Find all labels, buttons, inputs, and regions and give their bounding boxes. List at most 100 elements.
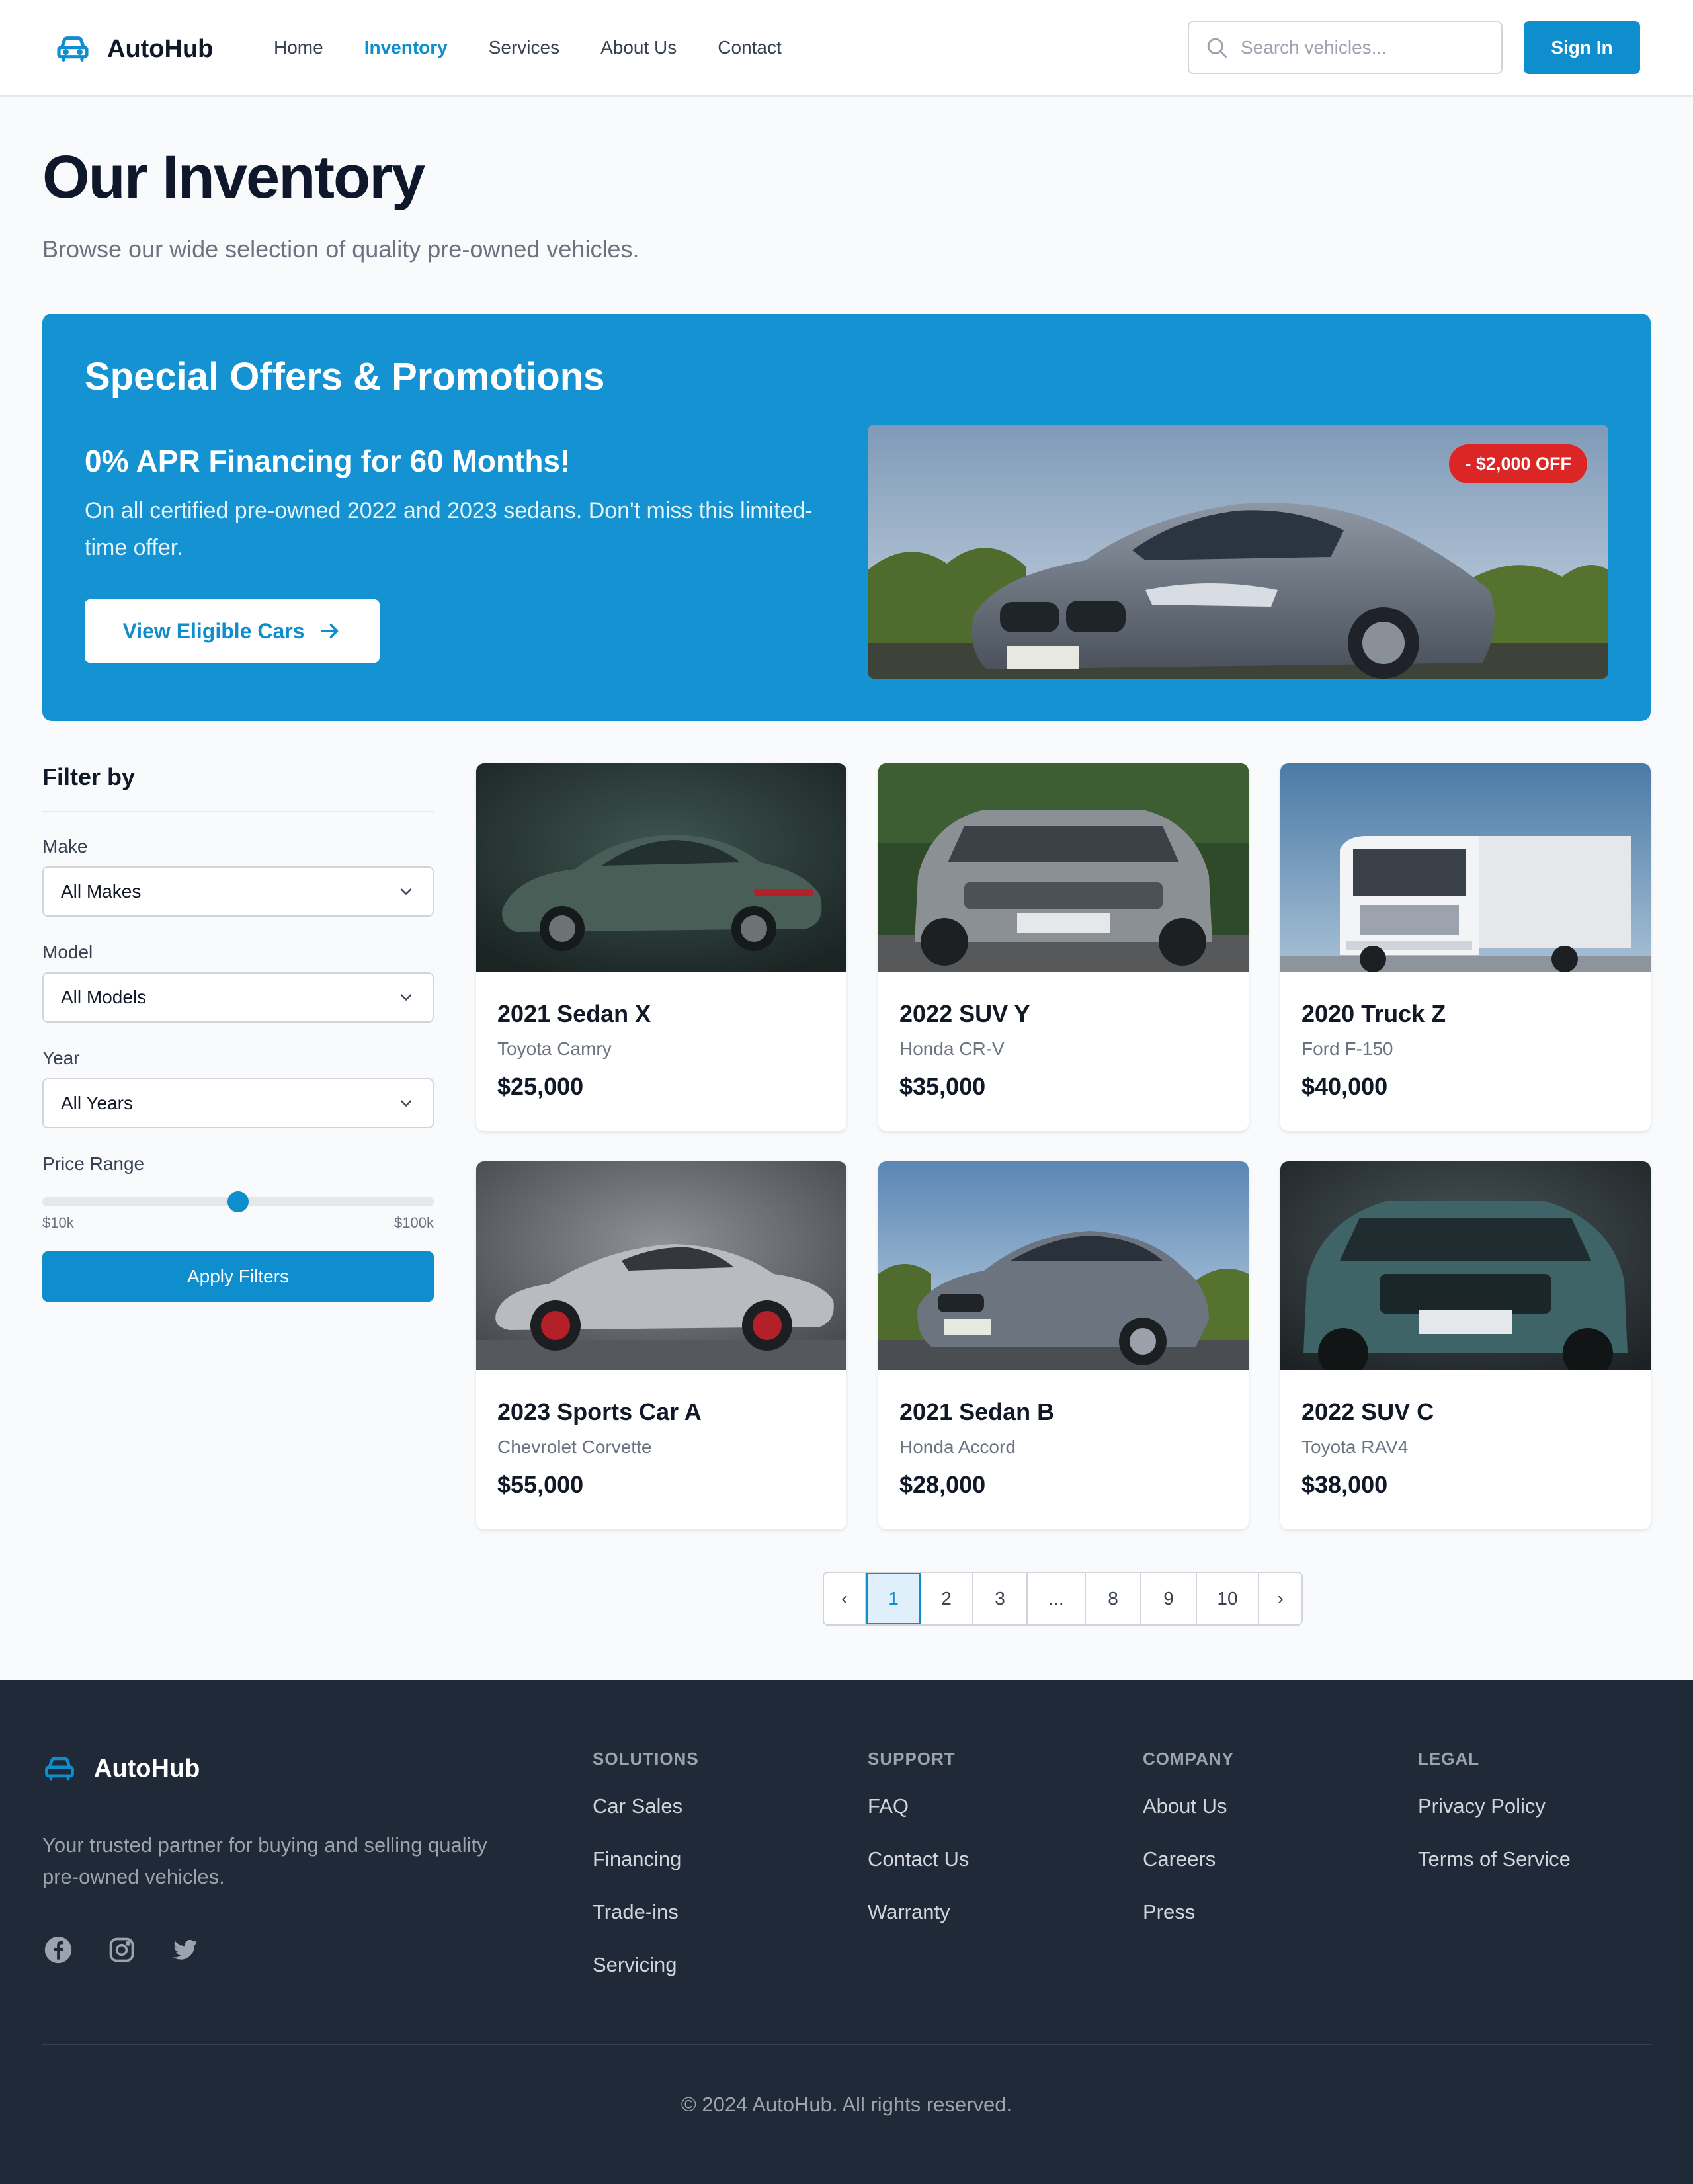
page-subtitle: Browse our wide selection of quality pre… [42, 235, 640, 263]
vehicle-price: $25,000 [497, 1073, 584, 1100]
copyright-text: © 2024 AutoHub. All rights reserved. [681, 2093, 1012, 2116]
vehicle-image [476, 1161, 846, 1370]
nav-inventory[interactable]: Inventory [364, 37, 448, 58]
vehicle-image [878, 1161, 1249, 1370]
make-select[interactable]: All Makes [42, 866, 434, 917]
footer-brand-name: AutoHub [94, 1754, 200, 1783]
footer-column-legal: LEGAL Privacy Policy Terms of Service [1418, 1749, 1571, 1871]
footer-link-financing[interactable]: Financing [593, 1847, 699, 1871]
instagram-icon[interactable] [106, 1934, 138, 1966]
pagination-ellipsis: ... [1028, 1573, 1086, 1624]
page-10-button[interactable]: 10 [1197, 1573, 1259, 1624]
sign-in-button[interactable]: Sign In [1524, 21, 1640, 74]
vehicle-card[interactable]: 2020 Truck Z Ford F-150 $40,000 [1280, 763, 1651, 1131]
vehicle-image [1280, 1161, 1651, 1370]
facebook-icon[interactable] [42, 1934, 74, 1966]
vehicle-price: $28,000 [899, 1471, 986, 1498]
promo-headline: 0% APR Financing for 60 Months! [85, 444, 571, 478]
social-links [42, 1934, 233, 1966]
vehicle-model: Ford F-150 [1301, 1038, 1393, 1059]
vehicle-card[interactable]: 2022 SUV C Toyota RAV4 $38,000 [1280, 1161, 1651, 1529]
next-page-button[interactable]: › [1259, 1573, 1301, 1624]
previous-page-button[interactable]: ‹ [824, 1573, 866, 1624]
page-title: Our Inventory [42, 144, 425, 211]
brand-logo[interactable]: AutoHub [54, 30, 213, 67]
price-range-slider[interactable] [42, 1191, 434, 1212]
vehicle-price: $35,000 [899, 1073, 986, 1100]
vehicle-title: 2021 Sedan B [899, 1398, 1055, 1425]
footer-column-heading: LEGAL [1418, 1749, 1480, 1769]
footer-link-privacy-policy[interactable]: Privacy Policy [1418, 1794, 1571, 1818]
vehicle-title: 2022 SUV Y [899, 1000, 1030, 1027]
price-range-label: Price Range [42, 1154, 145, 1174]
footer-column-heading: SOLUTIONS [593, 1749, 699, 1769]
footer-column-solutions: SOLUTIONS Car Sales Financing Trade-ins … [593, 1749, 699, 1977]
footer-link-car-sales[interactable]: Car Sales [593, 1794, 699, 1818]
vehicle-title: 2023 Sports Car A [497, 1398, 702, 1425]
site-footer: AutoHub Your trusted partner for buying … [0, 1680, 1693, 2184]
vehicle-model: Chevrolet Corvette [497, 1437, 652, 1457]
footer-link-terms-of-service[interactable]: Terms of Service [1418, 1847, 1571, 1871]
search-input[interactable] [1241, 37, 1479, 58]
chevron-down-icon [400, 994, 412, 1001]
footer-tagline: Your trusted partner for buying and sell… [42, 1833, 487, 1888]
year-select-value: All Years [61, 1093, 133, 1113]
vehicle-model: Honda CR-V [899, 1038, 1005, 1059]
vehicle-price: $55,000 [497, 1471, 584, 1498]
nav-about-us[interactable]: About Us [600, 37, 677, 58]
view-eligible-cars-label: View Eligible Cars [122, 618, 305, 643]
nav-contact[interactable]: Contact [718, 37, 782, 58]
footer-link-contact-us[interactable]: Contact Us [868, 1847, 969, 1871]
vehicle-card[interactable]: 2021 Sedan X Toyota Camry $25,000 [476, 763, 846, 1131]
year-label: Year [42, 1048, 80, 1068]
page-9-button[interactable]: 9 [1141, 1573, 1197, 1624]
footer-link-trade-ins[interactable]: Trade-ins [593, 1900, 699, 1924]
make-label: Make [42, 836, 88, 857]
footer-link-about-us[interactable]: About Us [1143, 1794, 1234, 1818]
nav-home[interactable]: Home [274, 37, 323, 58]
vehicle-title: 2022 SUV C [1301, 1398, 1434, 1425]
search-box[interactable] [1188, 21, 1503, 74]
search-icon [1207, 38, 1227, 58]
footer-column-support: SUPPORT FAQ Contact Us Warranty [868, 1749, 969, 1924]
car-icon [57, 36, 89, 62]
page-2-button[interactable]: 2 [921, 1573, 973, 1624]
vehicle-image [1280, 763, 1651, 972]
vehicle-title: 2020 Truck Z [1301, 1000, 1446, 1027]
vehicle-image [476, 763, 846, 972]
vehicle-card[interactable]: 2022 SUV Y Honda CR-V $35,000 [878, 763, 1249, 1131]
model-select[interactable]: All Models [42, 972, 434, 1023]
apply-filters-button[interactable]: Apply Filters [42, 1251, 434, 1302]
page-8-button[interactable]: 8 [1086, 1573, 1141, 1624]
nav-services[interactable]: Services [489, 37, 559, 58]
footer-link-press[interactable]: Press [1143, 1900, 1234, 1924]
footer-divider [42, 2044, 1651, 2045]
chevron-down-icon [400, 888, 412, 896]
price-min-label: $10k [42, 1214, 74, 1231]
twitter-icon[interactable] [169, 1934, 201, 1966]
page-3-button[interactable]: 3 [973, 1573, 1028, 1624]
brand-name: AutoHub [107, 34, 214, 63]
pagination: ‹ 1 2 3 ... 8 9 10 › [823, 1572, 1303, 1626]
footer-link-faq[interactable]: FAQ [868, 1794, 969, 1818]
footer-link-warranty[interactable]: Warranty [868, 1900, 969, 1924]
view-eligible-cars-button[interactable]: View Eligible Cars [85, 599, 380, 663]
main-nav: Home Inventory Services About Us Contact [274, 37, 823, 58]
footer-link-servicing[interactable]: Servicing [593, 1953, 699, 1977]
model-label: Model [42, 942, 93, 962]
price-range-thumb[interactable] [227, 1191, 249, 1212]
page-1-button[interactable]: 1 [866, 1573, 921, 1624]
car-icon [45, 1757, 74, 1781]
vehicle-card[interactable]: 2021 Sedan B Honda Accord $28,000 [878, 1161, 1249, 1529]
promo-banner: Special Offers & Promotions 0% APR Finan… [42, 314, 1651, 721]
filter-panel: Filter by Make All Makes Model All Model… [42, 763, 434, 1302]
vehicle-model: Honda Accord [899, 1437, 1016, 1457]
vehicle-card[interactable]: 2023 Sports Car A Chevrolet Corvette $55… [476, 1161, 846, 1529]
site-header: AutoHub Home Inventory Services About Us… [0, 0, 1693, 97]
filter-heading: Filter by [42, 763, 434, 812]
footer-link-careers[interactable]: Careers [1143, 1847, 1234, 1871]
year-select[interactable]: All Years [42, 1078, 434, 1128]
vehicle-image [878, 763, 1249, 972]
footer-brand[interactable]: AutoHub [42, 1751, 200, 1786]
footer-column-company: COMPANY About Us Careers Press [1143, 1749, 1234, 1924]
